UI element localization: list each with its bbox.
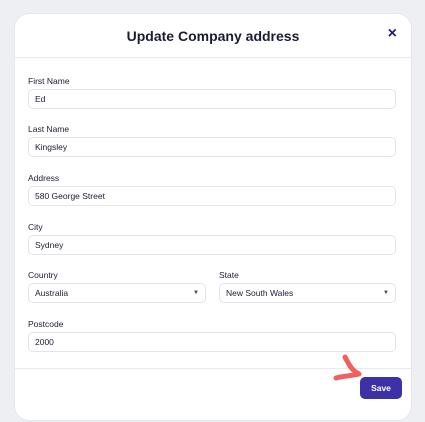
last-name-field[interactable]: Kingsley	[28, 137, 396, 157]
state-select[interactable]: New South Wales ▼	[219, 283, 396, 303]
save-button[interactable]: Save	[360, 377, 402, 399]
first-name-label: First Name	[28, 76, 70, 86]
country-value: Australia	[35, 288, 69, 298]
address-field[interactable]: 580 George Street	[28, 186, 396, 206]
state-value: New South Wales	[226, 288, 294, 298]
modal-title: Update Company address	[126, 28, 300, 44]
city-field[interactable]: Sydney	[28, 235, 396, 255]
postcode-label: Postcode	[28, 319, 64, 329]
country-select[interactable]: Australia ▼	[28, 283, 206, 303]
first-name-field[interactable]: Ed	[28, 89, 396, 109]
last-name-label: Last Name	[28, 124, 70, 134]
state-label: State	[219, 270, 239, 280]
update-address-modal: Update Company address × First Name Ed L…	[15, 14, 411, 420]
close-icon[interactable]: ×	[388, 25, 397, 43]
postcode-field[interactable]: 2000	[28, 332, 396, 352]
address-label: Address	[28, 173, 60, 183]
chevron-down-icon: ▼	[193, 290, 199, 296]
modal-header: Update Company address ×	[15, 14, 411, 58]
city-label: City	[28, 222, 43, 232]
chevron-down-icon: ▼	[383, 290, 389, 296]
country-label: Country	[28, 270, 58, 280]
